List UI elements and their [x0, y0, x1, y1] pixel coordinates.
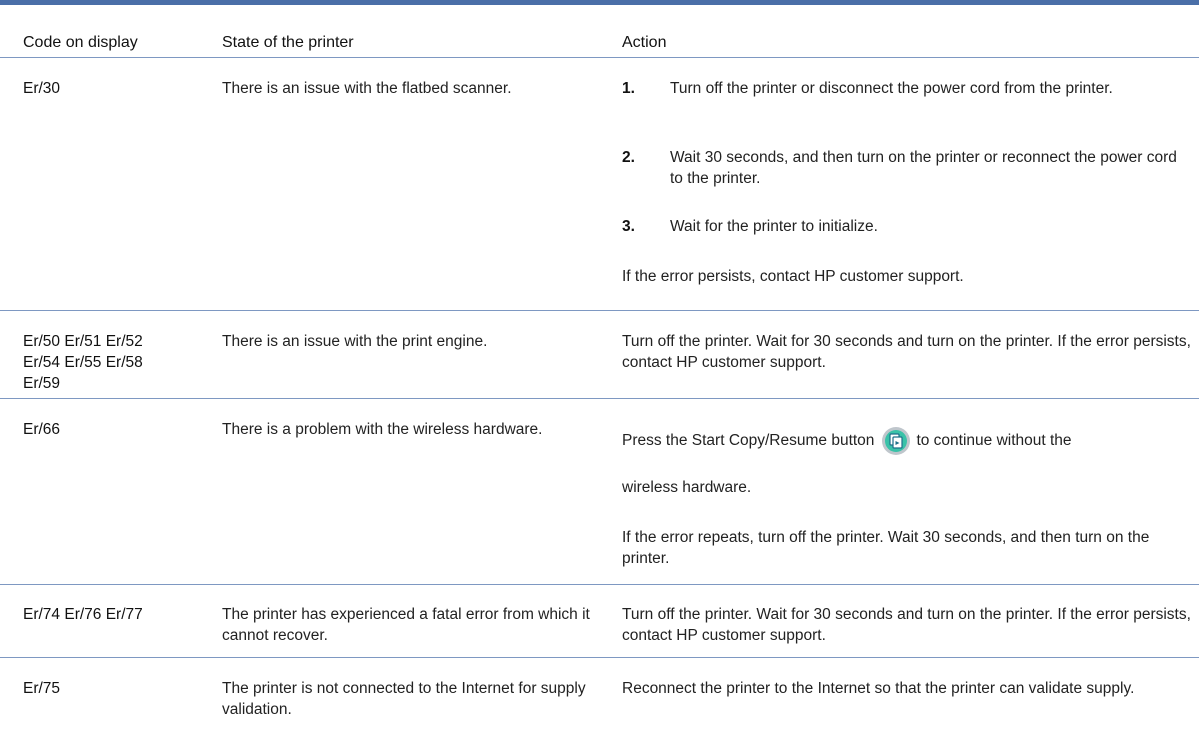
error-code: Er/66: [23, 421, 61, 438]
step-number: 2.: [622, 149, 635, 166]
step-text: Turn off the printer or disconnect the p…: [670, 80, 1113, 97]
step-number: 3.: [622, 218, 635, 235]
error-code: Er/50 Er/51 Er/52 Er/54 Er/55 Er/58 Er/5…: [23, 333, 143, 392]
error-code: Er/74 Er/76 Er/77: [23, 606, 143, 623]
printer-state: The printer is not connected to the Inte…: [222, 680, 586, 718]
printer-state: There is an issue with the print engine.: [222, 333, 488, 350]
error-code: Er/30: [23, 80, 61, 97]
printer-state: The printer has experienced a fatal erro…: [222, 606, 590, 644]
action-text-before-icon: Press the Start Copy/Resume button: [622, 432, 875, 449]
action-text: Turn off the printer. Wait for 30 second…: [622, 333, 1191, 371]
action-note: If the error persists, contact HP custom…: [622, 268, 964, 285]
step-text: Wait 30 seconds, and then turn on the pr…: [670, 149, 1177, 187]
error-code: Er/75: [23, 680, 61, 697]
table-header-row: Code on display State of the printer Act…: [0, 5, 1199, 58]
header-code-on-display: Code on display: [23, 34, 138, 51]
printer-state: There is a problem with the wireless har…: [222, 421, 543, 438]
action-text: Turn off the printer. Wait for 30 second…: [622, 606, 1191, 644]
action-cell: 1. Turn off the printer or disconnect th…: [622, 78, 1194, 298]
table-row: Er/74 Er/76 Er/77 The printer has experi…: [0, 585, 1199, 658]
table-row: Er/50 Er/51 Er/52 Er/54 Er/55 Er/58 Er/5…: [0, 311, 1199, 399]
action-note: If the error repeats, turn off the print…: [622, 529, 1150, 567]
step-text: Wait for the printer to initialize.: [670, 218, 878, 235]
action-cell: Press the Start Copy/Resume button to con…: [622, 399, 1194, 585]
printer-state: There is an issue with the flatbed scann…: [222, 80, 512, 97]
header-state-of-printer: State of the printer: [222, 34, 354, 51]
step-number: 1.: [622, 80, 635, 97]
table-row: Er/75 The printer is not connected to th…: [0, 658, 1199, 733]
action-text-with-icon: Press the Start Copy/Resume button to con…: [622, 426, 1194, 456]
action-text: Reconnect the printer to the Internet so…: [622, 680, 1135, 697]
header-action: Action: [622, 34, 667, 51]
action-text-after-icon: to continue without the: [916, 432, 1072, 449]
table-row: Er/30 There is an issue with the flatbed…: [0, 58, 1199, 311]
action-text-line2: wireless hardware.: [622, 479, 752, 496]
table-row: Er/66 There is a problem with the wirele…: [0, 399, 1199, 585]
start-copy-resume-icon: [882, 426, 911, 455]
